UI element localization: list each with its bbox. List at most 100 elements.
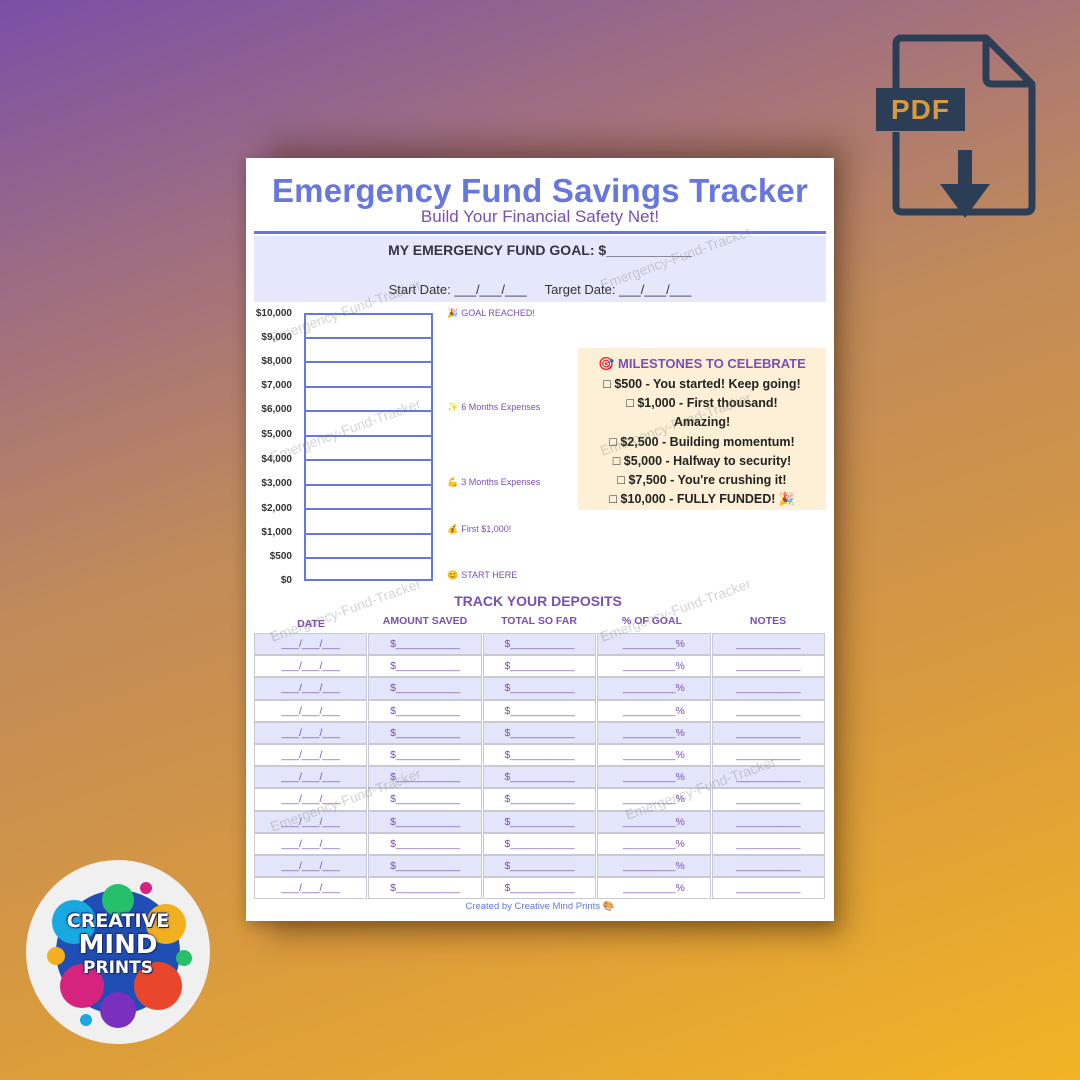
y-label: $6,000 — [261, 404, 292, 415]
page-subtitle: Build Your Financial Safety Net! — [420, 207, 660, 226]
table-cell: _________% — [597, 788, 711, 811]
table-cell: $___________ — [368, 810, 482, 833]
marker-goal-reached: 🎉 GOAL REACHED! — [447, 308, 535, 318]
milestone-item: □ $5,000 - Halfway to security! — [612, 453, 792, 468]
muscle-icon: 💪 — [447, 477, 459, 487]
marker-first-1000: 💰 First $1,000! — [447, 524, 512, 534]
table-cell: ___/___/___ — [254, 721, 368, 744]
table-cell: $___________ — [368, 633, 482, 656]
table-cell: _________% — [597, 810, 711, 833]
y-label: $8,000 — [261, 356, 292, 367]
table-row: ___/___/___ $___________ $___________ _____… — [254, 877, 826, 900]
table-cell: ___/___/___ — [254, 766, 368, 789]
table-cell: _________% — [597, 677, 711, 700]
table-cell: $___________ — [482, 810, 597, 833]
page-title: Emergency Fund Savings Tracker — [271, 172, 809, 209]
table-cell: ___________ — [711, 721, 826, 744]
table-row: ___/___/___ $___________ $___________ _____… — [254, 854, 826, 878]
y-label: $500 — [269, 551, 292, 562]
table-cell: ___/___/___ — [254, 832, 368, 855]
table-cell: ___________ — [711, 677, 826, 700]
column-header-notes: NOTES — [749, 615, 787, 627]
goal-label: MY EMERGENCY FUND GOAL: $___________ — [388, 242, 692, 258]
table-cell: $___________ — [368, 832, 482, 855]
savings-thermometer — [304, 313, 433, 581]
table-cell: _________% — [597, 699, 711, 722]
marker-6-months: ✨ 6 Months Expenses — [447, 402, 541, 412]
table-cell: ___/___/___ — [254, 677, 368, 700]
milestone-item: □ $1,000 - First thousand! — [626, 396, 778, 411]
table-cell: $___________ — [482, 721, 597, 744]
table-cell: $___________ — [368, 766, 482, 789]
table-cell: ___/___/___ — [254, 655, 368, 678]
thermometer-segment-line — [306, 337, 431, 339]
y-label: $7,000 — [261, 380, 292, 391]
table-cell: $___________ — [482, 677, 597, 700]
milestone-item: Amazing! — [673, 415, 731, 430]
thermometer-segment-line — [306, 361, 431, 363]
table-cell: $___________ — [482, 655, 597, 678]
y-label: $5,000 — [261, 429, 292, 440]
table-cell: $___________ — [368, 699, 482, 722]
table-row: ___/___/___ $___________ $___________ _____… — [254, 655, 826, 678]
logo-line-mind: MIND — [78, 930, 158, 960]
y-label: $4,000 — [261, 454, 292, 465]
milestone-item: □ $7,500 - You're crushing it! — [617, 473, 787, 488]
table-cell: $___________ — [482, 633, 597, 656]
table-cell: $___________ — [368, 877, 482, 900]
column-header-percent: % OF GOAL — [621, 615, 683, 627]
y-label: $0 — [280, 575, 292, 586]
table-cell: _________% — [597, 854, 711, 878]
table-cell: ___________ — [711, 877, 826, 900]
table-cell: $___________ — [482, 854, 597, 878]
y-label: $10,000 — [255, 308, 292, 319]
table-cell: ___/___/___ — [254, 854, 368, 878]
table-cell: _________% — [597, 832, 711, 855]
table-cell: _________% — [597, 766, 711, 789]
y-label: $9,000 — [261, 332, 292, 343]
table-cell: ___________ — [711, 810, 826, 833]
table-row: ___/___/___ $___________ $___________ _____… — [254, 832, 826, 855]
target-date-label: Target Date: ___/___/___ — [544, 282, 692, 297]
table-row: ___/___/___ $___________ $___________ _____… — [254, 699, 826, 722]
table-cell: $___________ — [368, 677, 482, 700]
table-cell: _________% — [597, 655, 711, 678]
thermometer-segment-line — [306, 435, 431, 437]
tracker-sheet: Emergency Fund Savings Tracker Build You… — [246, 158, 834, 921]
pdf-label: PDF — [876, 88, 965, 131]
table-row: ___/___/___ $___________ $___________ _____… — [254, 788, 826, 811]
table-cell: ___________ — [711, 788, 826, 811]
milestones-box: 🎯 MILESTONES TO CELEBRATE □ $500 - You s… — [578, 348, 826, 510]
table-row: ___/___/___ $___________ $___________ _____… — [254, 721, 826, 744]
table-cell: $___________ — [368, 854, 482, 878]
thermometer-segment-line — [306, 410, 431, 412]
table-cell: ___________ — [711, 699, 826, 722]
thermometer-segment-line — [306, 459, 431, 461]
sparkle-icon: ✨ — [447, 402, 459, 412]
table-cell: $___________ — [368, 743, 482, 767]
table-cell: ___/___/___ — [254, 810, 368, 833]
table-cell: ___/___/___ — [254, 743, 368, 767]
logo-line-prints: PRINTS — [83, 958, 153, 978]
table-cell: $___________ — [482, 877, 597, 900]
table-cell: ___/___/___ — [254, 699, 368, 722]
y-label: $1,000 — [261, 527, 292, 538]
table-cell: _________% — [597, 633, 711, 656]
start-date-label: Start Date: ___/___/___ — [388, 282, 527, 297]
party-icon: 🎉 — [447, 308, 459, 318]
thermometer-segment-line — [306, 508, 431, 510]
table-cell: $___________ — [368, 655, 482, 678]
money-bag-icon: 💰 — [447, 524, 459, 534]
table-cell: $___________ — [368, 788, 482, 811]
deposits-title: TRACK YOUR DEPOSITS — [454, 593, 622, 609]
table-cell: ___________ — [711, 854, 826, 878]
deposits-table: ___/___/___ $___________ $___________ _____… — [254, 633, 826, 900]
goal-section: MY EMERGENCY FUND GOAL: $___________ Sta… — [254, 236, 826, 302]
table-cell: ___________ — [711, 655, 826, 678]
table-row: ___/___/___ $___________ $___________ _____… — [254, 677, 826, 700]
column-header-total: TOTAL SO FAR — [501, 615, 577, 627]
table-row: ___/___/___ $___________ $___________ _____… — [254, 743, 826, 767]
table-cell: ___/___/___ — [254, 788, 368, 811]
column-header-date: DATE — [297, 618, 325, 630]
table-cell: $___________ — [482, 699, 597, 722]
